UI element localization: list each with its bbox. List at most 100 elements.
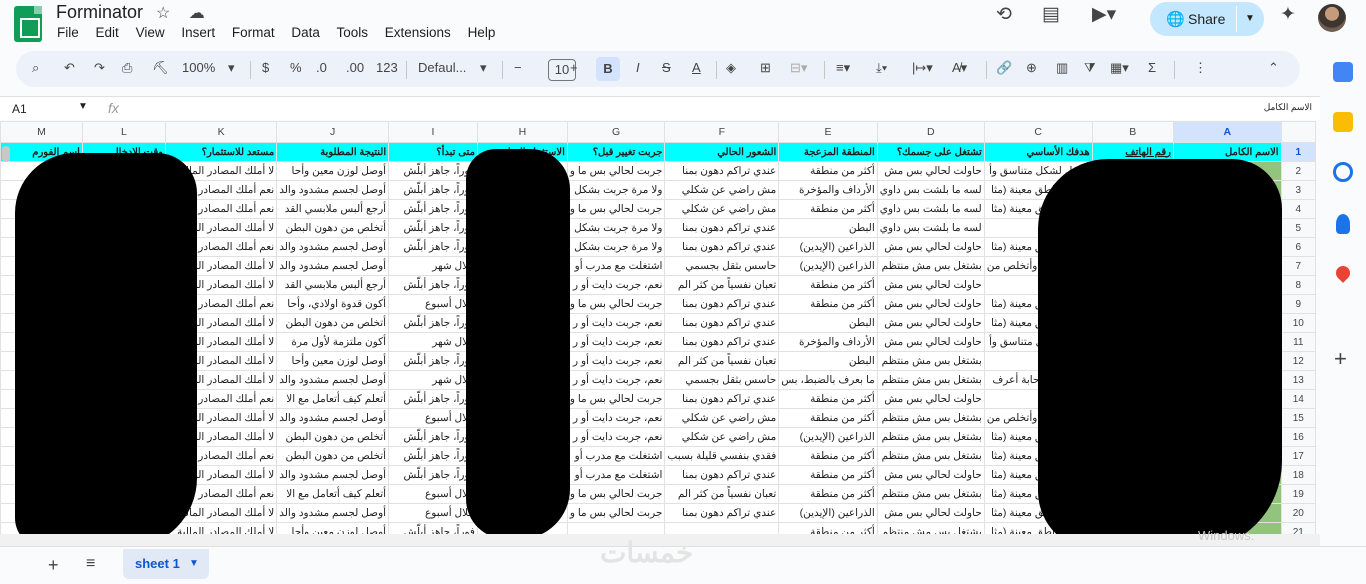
decrease-decimal-button[interactable]: .0 (316, 60, 327, 75)
row-header[interactable]: 15 (1280, 408, 1316, 428)
column-header-M[interactable]: M (0, 121, 83, 143)
bold-button[interactable]: B (596, 57, 620, 81)
cell[interactable]: الذراعين (الإيدين) (778, 503, 878, 523)
menu-tools[interactable]: Tools (336, 25, 368, 40)
cell[interactable]: خلال شهر (388, 256, 478, 276)
column-header-C[interactable]: C (983, 121, 1093, 143)
font-select[interactable]: Defaul... (418, 60, 466, 75)
column-header-K[interactable]: K (164, 121, 278, 143)
cell[interactable]: فوراً، جاهز أبلّش (388, 218, 478, 238)
star-icon[interactable]: ☆ (156, 5, 170, 22)
cell[interactable]: فقدي بنفسي قليلة بسبب (664, 446, 780, 466)
strikethrough-icon[interactable]: S (662, 60, 671, 75)
cell[interactable]: عندي تراكم دهون بمنا (664, 465, 780, 485)
row-header[interactable]: 9 (1280, 294, 1316, 314)
cell[interactable]: أكون قدوة اولادي، وأحا (276, 294, 390, 314)
history-icon[interactable]: ⟲ (996, 3, 1012, 26)
cell[interactable]: أكون ملتزمة لأول مرة (276, 332, 390, 352)
cell[interactable]: جربت لحالي بس ما و (566, 484, 666, 504)
cell[interactable]: نعم، جربت دايت أو ر (566, 427, 666, 447)
cell[interactable]: أوصل لجسم مشدود والد (276, 408, 390, 428)
cell[interactable]: حاولت لحالي بس مش (876, 465, 985, 485)
cell[interactable]: لسه ما بلشت بس داوي (876, 199, 985, 219)
redo-icon[interactable]: ↷ (94, 60, 105, 76)
cell[interactable]: بشتغل بس مش منتظم (876, 351, 985, 371)
cell[interactable]: خلال شهر (388, 370, 478, 390)
cell[interactable]: فوراً، جاهز أبلّش (388, 161, 478, 181)
cell[interactable]: أتعلم كيف أتعامل مع الا (276, 484, 390, 504)
cell[interactable]: أكثر من منطقة (778, 275, 878, 295)
cloud-status-icon[interactable]: ☁ (189, 5, 205, 22)
cell[interactable]: بشتغل بس مش منتظم (876, 427, 985, 447)
increase-font-size-icon[interactable]: + (570, 60, 578, 75)
search-menus-icon[interactable]: ⌕ (32, 60, 39, 76)
cell[interactable]: بشتغل بس مش منتظم (876, 522, 985, 534)
cell[interactable]: جربت تغيير قبل؟ (566, 142, 666, 162)
menu-help[interactable]: Help (468, 25, 496, 40)
cell[interactable]: أكثر من منطقة (778, 484, 878, 504)
row-header[interactable]: 6 (1280, 237, 1316, 257)
row-header[interactable]: 17 (1280, 446, 1316, 466)
meet-icon[interactable]: ▶▾ (1092, 3, 1116, 26)
cell[interactable]: مش راضي عن شكلي (664, 427, 780, 447)
cell[interactable]: مش راضي عن شكلي (664, 408, 780, 428)
tasks-icon[interactable] (1333, 162, 1353, 182)
cell[interactable]: بشتغل بس مش منتظم (876, 446, 985, 466)
contacts-icon[interactable] (1336, 214, 1350, 234)
menu-file[interactable]: File (57, 25, 79, 40)
cell[interactable]: أتخلص من دهون البطن (276, 427, 390, 447)
menu-insert[interactable]: Insert (181, 25, 215, 40)
row-header[interactable]: 14 (1280, 389, 1316, 409)
cell[interactable]: مش راضي عن شكلي (664, 180, 780, 200)
cell[interactable]: حاولت لحالي بس مش (876, 389, 985, 409)
cell[interactable]: أوصل لجسم مشدود والد (276, 180, 390, 200)
cell[interactable]: فوراً، جاهز أبلّش (388, 465, 478, 485)
cell[interactable]: الذراعين (الإيدين) (778, 427, 878, 447)
borders-icon[interactable]: ⊞ (760, 60, 771, 76)
cell[interactable]: أوصل لجسم مشدود والد (276, 503, 390, 523)
cell[interactable]: هدفك الأساسي (983, 142, 1093, 162)
cell[interactable]: حاولت لحالي بس مش (876, 313, 985, 333)
cell[interactable]: حاولت لحالي بس مش (876, 161, 985, 181)
cell[interactable]: نعم، جربت دايت أو ر (566, 351, 666, 371)
add-sheet-icon[interactable]: + (48, 555, 59, 576)
percent-button[interactable]: % (290, 60, 302, 75)
fill-color-icon[interactable]: ◈ (726, 60, 736, 76)
row-header[interactable]: 4 (1280, 199, 1316, 219)
column-header-L[interactable]: L (81, 121, 166, 143)
row-header[interactable]: 18 (1280, 465, 1316, 485)
formula-input[interactable]: الاسم الكامل (1264, 102, 1312, 113)
row-header[interactable]: 8 (1280, 275, 1316, 295)
cell[interactable]: لسه ما بلشت بس داوي (876, 218, 985, 238)
row-header[interactable]: 7 (1280, 256, 1316, 276)
cell[interactable]: أكثر من منطقة (778, 465, 878, 485)
column-header-I[interactable]: I (388, 121, 478, 143)
cell[interactable]: أكثر من منطقة (778, 446, 878, 466)
row-header[interactable]: 12 (1280, 351, 1316, 371)
cell[interactable]: المنطقة المزعجة (778, 142, 878, 162)
row-header[interactable]: 19 (1280, 484, 1316, 504)
zoom-dropdown-icon[interactable]: ▾ (228, 60, 235, 76)
sheet-tab-dropdown-icon[interactable]: ▼ (189, 549, 199, 579)
cell[interactable]: مستعد للاستثمار؟ (164, 142, 278, 162)
undo-icon[interactable]: ↶ (64, 60, 75, 76)
cell[interactable]: نعم، جربت دايت أو ر (566, 275, 666, 295)
cell[interactable]: أوصل لجسم مشدود والد (276, 370, 390, 390)
cell[interactable]: تعبان نفسياً من كثر الم (664, 351, 780, 371)
filter-icon[interactable]: ⧩ (1084, 60, 1096, 76)
column-header-D[interactable]: D (876, 121, 985, 143)
cell[interactable]: ولا مرة جربت بشكل (566, 237, 666, 257)
menu-extensions[interactable]: Extensions (385, 25, 451, 40)
cell[interactable]: أتخلص من دهون البطن (276, 218, 390, 238)
sheet-tab[interactable]: sheet 1 ▼ (123, 549, 209, 579)
increase-decimal-button[interactable]: .00 (346, 60, 364, 75)
cell[interactable]: جربت لحالي بس ما و (566, 503, 666, 523)
cell[interactable]: اشتغلت مع مدرب أو (566, 446, 666, 466)
cell[interactable]: ولا مرة جربت بشكل (566, 218, 666, 238)
cell[interactable]: فوراً، جاهز أبلّش (388, 313, 478, 333)
vertical-align-icon[interactable]: ⤓▾ (876, 60, 887, 76)
row-header[interactable]: 2 (1280, 161, 1316, 181)
cell[interactable]: أوصل لوزن معين وأحا (276, 522, 390, 534)
cell[interactable]: أوصل لوزن معين وأحا (276, 351, 390, 371)
cell[interactable]: جربت لحالي بس ما و (566, 161, 666, 181)
